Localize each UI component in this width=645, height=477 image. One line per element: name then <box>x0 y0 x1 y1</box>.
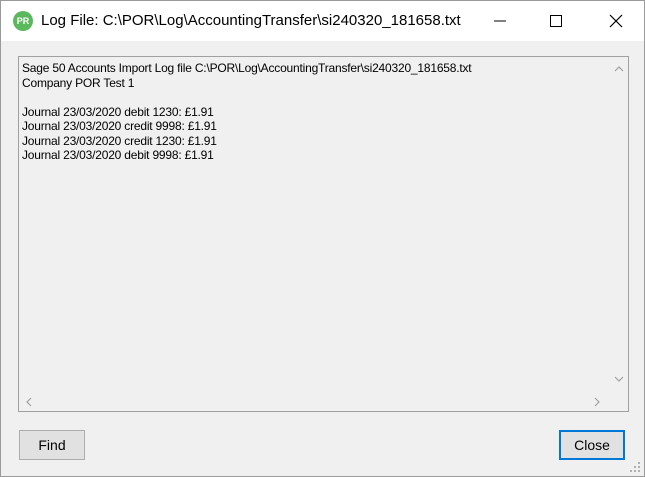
scroll-up-icon[interactable] <box>614 65 624 73</box>
vertical-scrollbar[interactable] <box>610 57 628 394</box>
log-line: Company POR Test 1 <box>22 75 135 90</box>
log-file-window: PR Log File: C:\POR\Log\AccountingTransf… <box>0 0 645 477</box>
close-button[interactable]: Close <box>559 430 625 460</box>
resize-grip-icon[interactable] <box>629 461 641 473</box>
maximize-button[interactable] <box>528 1 584 41</box>
maximize-icon <box>550 15 562 27</box>
scrollbar-corner <box>610 393 628 411</box>
log-line: Sage 50 Accounts Import Log file C:\POR\… <box>22 61 472 75</box>
scroll-down-icon[interactable] <box>614 375 624 383</box>
minimize-button[interactable] <box>472 1 528 41</box>
log-line: Journal 23/03/2020 credit 9998: £1.91 <box>22 119 217 133</box>
log-text-area[interactable]: Sage 50 Accounts Import Log file C:\POR\… <box>18 56 629 412</box>
app-logo-icon: PR <box>13 11 33 31</box>
minimize-icon <box>494 20 506 22</box>
window-title: Log File: C:\POR\Log\AccountingTransfer\… <box>41 12 461 29</box>
log-line: Journal 23/03/2020 debit 9998: £1.91 <box>22 148 214 162</box>
log-line: Journal 23/03/2020 credit 1230: £1.91 <box>22 133 217 148</box>
scroll-left-icon[interactable] <box>25 397 33 407</box>
scroll-right-icon[interactable] <box>593 397 601 407</box>
title-bar[interactable]: PR Log File: C:\POR\Log\AccountingTransf… <box>1 1 644 41</box>
close-icon <box>609 14 623 28</box>
close-window-button[interactable] <box>588 1 644 41</box>
log-content: Sage 50 Accounts Import Log file C:\POR\… <box>22 61 607 391</box>
log-line: Journal 23/03/2020 debit 1230: £1.91 <box>22 104 214 119</box>
horizontal-scrollbar[interactable] <box>19 393 611 411</box>
find-button[interactable]: Find <box>19 430 85 460</box>
